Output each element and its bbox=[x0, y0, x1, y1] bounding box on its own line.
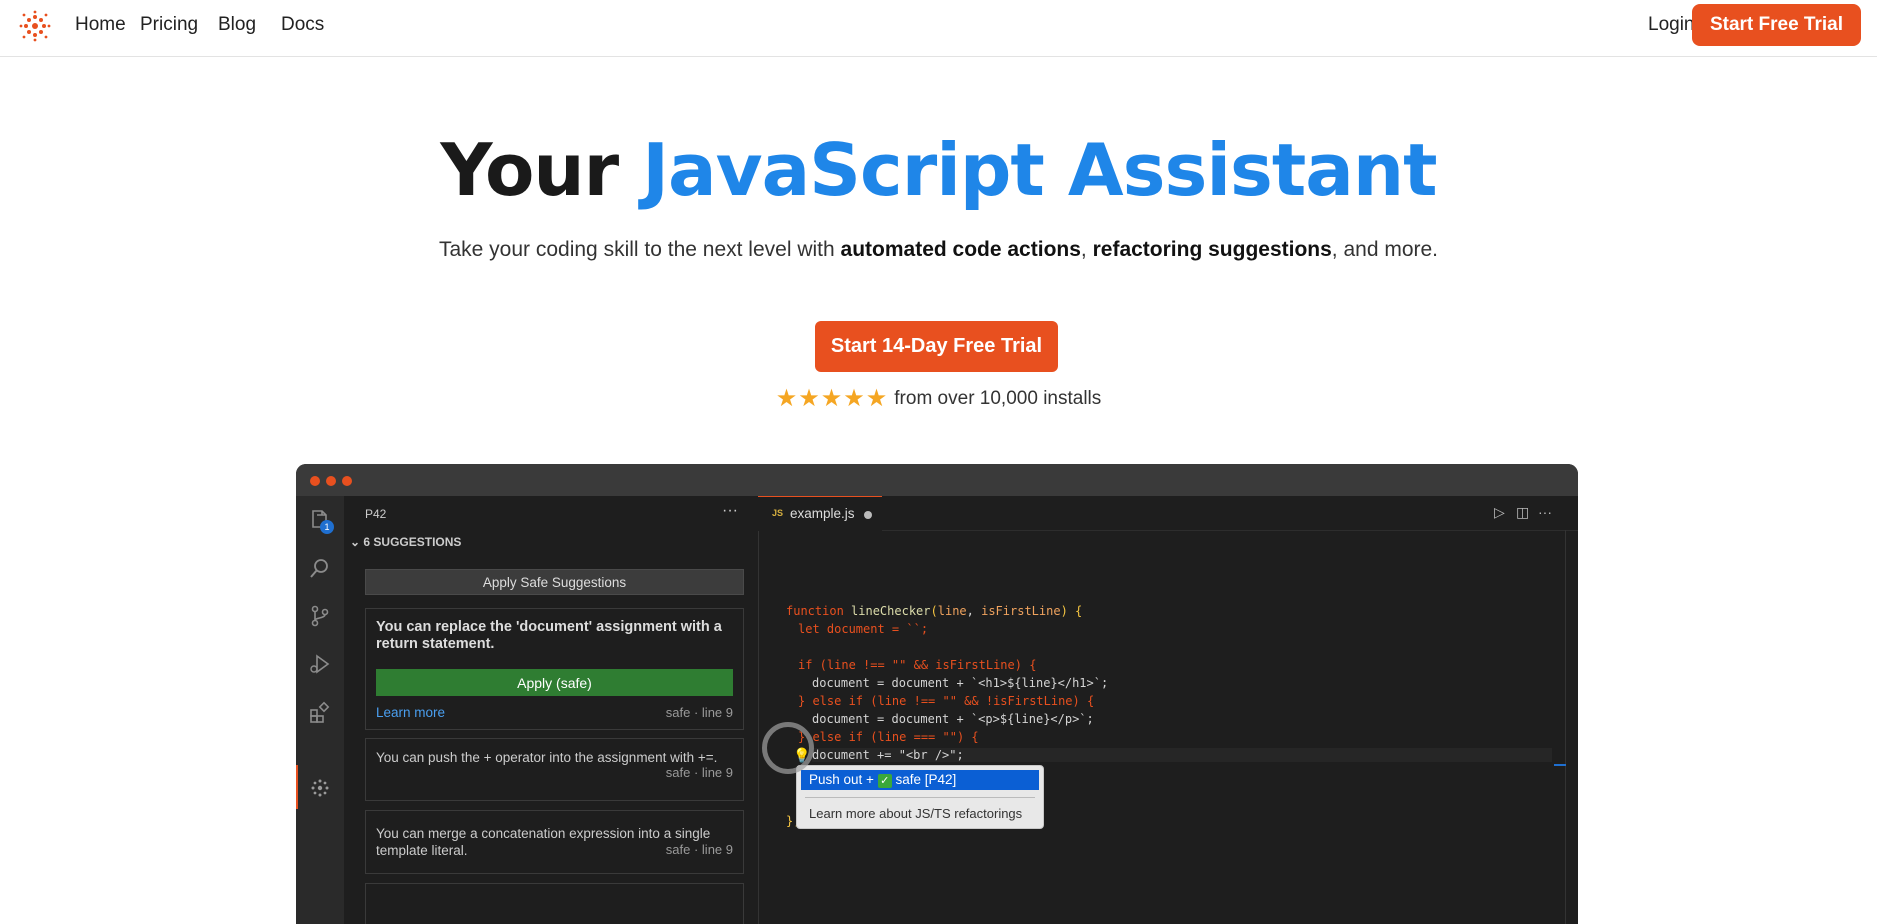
suggestion-meta: safe · line 9 bbox=[665, 705, 733, 720]
run-debug-icon[interactable] bbox=[308, 652, 332, 676]
tab-example-js[interactable]: JS example.js bbox=[758, 496, 882, 531]
push-out-operator-action[interactable]: Push out + ✓ safe [P42] bbox=[801, 770, 1039, 790]
window-minimize-dot bbox=[326, 476, 336, 486]
checkmark-icon: ✓ bbox=[877, 774, 892, 788]
editor-screenshot: 1 P42 ··· ⌄ 6 SUGGESTIONS Apply Safe Sug… bbox=[296, 464, 1578, 924]
nav-home-link[interactable]: Home bbox=[75, 14, 126, 36]
apply-safe-button[interactable]: Apply (safe) bbox=[376, 669, 733, 696]
cursor-highlight-ring bbox=[762, 722, 814, 774]
unsaved-dot-icon[interactable] bbox=[864, 511, 872, 519]
menu-divider bbox=[805, 797, 1035, 798]
action-safety: safe [P42] bbox=[895, 772, 957, 787]
subtitle-post: , and more. bbox=[1331, 238, 1439, 261]
nav-blog-link[interactable]: Blog bbox=[218, 14, 256, 36]
suggestion-card-3[interactable]: You can merge a concatenation expression… bbox=[365, 810, 744, 874]
learn-more-link[interactable]: Learn more bbox=[376, 705, 445, 720]
suggestion-card-2[interactable]: You can push the + operator into the ass… bbox=[365, 738, 744, 801]
action-label: Push out + bbox=[809, 772, 874, 787]
code-line-6: document = document + `<p>${line}</p>`; bbox=[812, 712, 1094, 726]
star-rating-icons: ★★★★★ bbox=[775, 385, 889, 412]
suggestions-section-header[interactable]: ⌄ 6 SUGGESTIONS bbox=[350, 535, 461, 549]
sidebar-title: P42 bbox=[365, 507, 387, 521]
code-line-5: } else if (line !== "" && !isFirstLine) … bbox=[798, 694, 1095, 708]
suggestion-card-4[interactable] bbox=[365, 883, 744, 924]
code-line-2: let document = ``; bbox=[798, 622, 929, 636]
rating: ★★★★★ from over 10,000 installs bbox=[0, 384, 1877, 413]
code-line-3: if (line !== "" && isFirstLine) { bbox=[798, 658, 1037, 672]
more-actions-icon[interactable]: ··· bbox=[1538, 504, 1552, 520]
section-label: 6 SUGGESTIONS bbox=[363, 535, 462, 549]
code-keyword: function bbox=[786, 604, 844, 618]
start-14-day-trial-button[interactable]: Start 14-Day Free Trial bbox=[815, 321, 1058, 372]
source-control-icon[interactable] bbox=[308, 604, 332, 628]
window-titlebar bbox=[296, 464, 1578, 496]
apply-safe-suggestions-button[interactable]: Apply Safe Suggestions bbox=[365, 569, 744, 595]
split-editor-icon[interactable]: ◫ bbox=[1516, 504, 1529, 521]
active-view-indicator bbox=[296, 765, 298, 809]
nav-pricing-link[interactable]: Pricing bbox=[140, 14, 198, 36]
code-line-8: document += "<br />"; bbox=[812, 748, 1552, 762]
suggestion-card-1: You can replace the 'document' assignmen… bbox=[365, 608, 744, 730]
quick-fix-menu: Push out + ✓ safe [P42] Learn more about… bbox=[796, 765, 1044, 829]
learn-refactorings-action[interactable]: Learn more about JS/TS refactorings bbox=[809, 806, 1022, 821]
run-icon[interactable]: ▷ bbox=[1494, 504, 1505, 521]
hero-title-plain: Your bbox=[440, 128, 619, 212]
suggestion-meta: safe · line 9 bbox=[665, 842, 733, 857]
subtitle-bold-2: refactoring suggestions bbox=[1092, 238, 1332, 261]
explorer-badge: 1 bbox=[320, 520, 334, 534]
login-link[interactable]: Login bbox=[1648, 14, 1695, 36]
p42-logo-icon[interactable] bbox=[308, 776, 332, 800]
chevron-down-icon: ⌄ bbox=[350, 535, 364, 549]
window-maximize-dot bbox=[342, 476, 352, 486]
hero-title: Your JavaScript Assistant bbox=[0, 128, 1877, 212]
editor-scrollbar[interactable] bbox=[1554, 530, 1566, 924]
suggestion-title: You can replace the 'document' assignmen… bbox=[376, 619, 722, 652]
start-free-trial-button[interactable]: Start Free Trial bbox=[1691, 4, 1861, 46]
hero-subtitle: Take your coding skill to the next level… bbox=[0, 238, 1877, 262]
code-line-1: function lineChecker(line, isFirstLine) … bbox=[786, 604, 1083, 618]
suggestions-sidebar: P42 ··· ⌄ 6 SUGGESTIONS Apply Safe Sugge… bbox=[344, 496, 759, 924]
rating-text: from over 10,000 installs bbox=[894, 388, 1102, 409]
code-param: line bbox=[937, 604, 967, 618]
code-line-7: } else if (line === "") { bbox=[798, 730, 979, 744]
suggestion-text: You can push the + operator into the ass… bbox=[376, 750, 718, 765]
scrollbar-marker bbox=[1554, 764, 1566, 766]
code-line-4: document = document + `<h1>${line}</h1>`… bbox=[812, 676, 1109, 690]
subtitle-bold-1: automated code actions bbox=[840, 238, 1081, 261]
code-param: isFirstLine bbox=[981, 604, 1061, 618]
top-navbar: Home Pricing Blog Docs Login Start Free … bbox=[0, 0, 1877, 57]
sidebar-more-icon[interactable]: ··· bbox=[722, 502, 738, 520]
editor-tabs: JS example.js ▷ ◫ ··· bbox=[758, 496, 1578, 531]
subtitle-mid: , bbox=[1080, 238, 1087, 261]
search-icon[interactable] bbox=[308, 556, 332, 580]
nav-docs-link[interactable]: Docs bbox=[281, 14, 324, 36]
js-file-icon: JS bbox=[772, 508, 784, 518]
hero-title-accent: JavaScript Assistant bbox=[642, 128, 1437, 212]
code-editor[interactable]: function lineChecker(line, isFirstLine) … bbox=[758, 530, 1578, 924]
code-function: lineChecker bbox=[851, 604, 931, 618]
subtitle-pre: Take your coding skill to the next level… bbox=[438, 238, 835, 261]
activity-bar: 1 bbox=[296, 496, 345, 924]
tab-filename: example.js bbox=[790, 506, 855, 521]
logo-icon[interactable] bbox=[18, 9, 52, 43]
suggestion-meta: safe · line 9 bbox=[665, 765, 733, 780]
extensions-icon[interactable] bbox=[308, 700, 332, 724]
window-close-dot bbox=[310, 476, 320, 486]
